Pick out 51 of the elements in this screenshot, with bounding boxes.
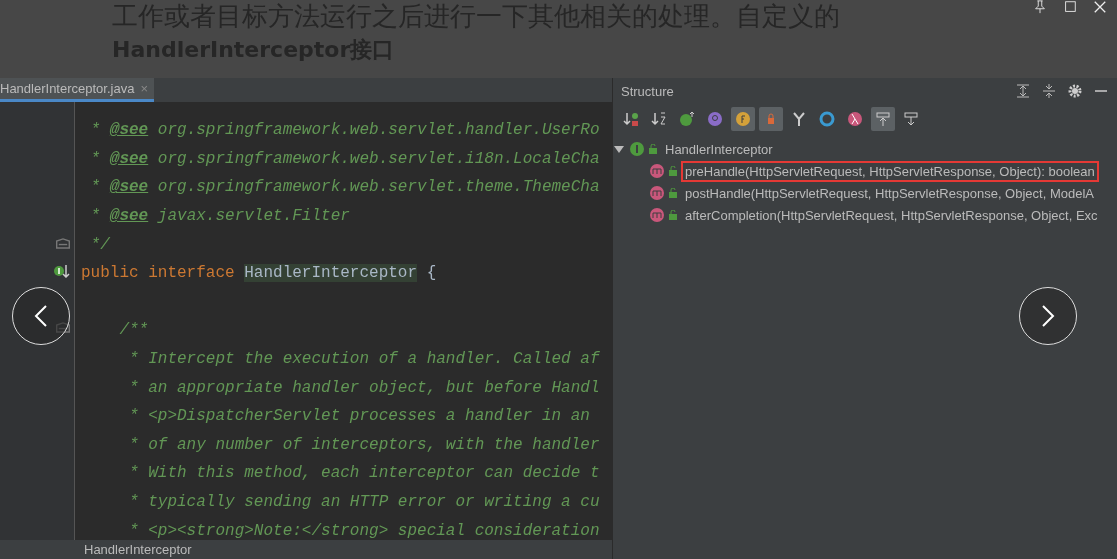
panel-title: Structure (621, 83, 675, 99)
collapse-all-icon[interactable] (1041, 83, 1057, 99)
sort-icon (623, 111, 639, 127)
code-line: * Intercept the execution of a handler. Called af (128, 350, 600, 369)
fold-marker-icon (56, 322, 70, 334)
property-icon (707, 111, 723, 127)
tree-item[interactable]: HandlerInterceptor (661, 138, 777, 160)
code-line: * @see javax.servlet.Filter (89, 207, 350, 226)
code-line: * @see org.springframework.web.servlet.handler.UserRo (89, 121, 600, 140)
fold-marker-icon (56, 237, 70, 249)
code-line: * @see org.springframework.web.servlet.i18n.LocaleCha (89, 149, 600, 168)
code-line: * an appropriate handler object, but before Handl (128, 378, 600, 397)
tree-item[interactable]: preHandle(HttpServletRequest, HttpServletResponse, Object): boolean (681, 160, 1099, 182)
code-line: * With this method, each interceptor can decide t (128, 464, 600, 483)
ring-icon (819, 111, 835, 127)
settings-icon[interactable] (1067, 83, 1083, 99)
scroll-up-icon (875, 111, 891, 127)
inherited-icon (679, 111, 695, 127)
toolbar-toggle[interactable] (871, 107, 895, 131)
code-line: * of any number of interceptors, with the handler (128, 435, 600, 454)
breadcrumb[interactable]: HandlerInterceptor (0, 540, 612, 559)
scroll-down-icon (903, 111, 919, 127)
interface-icon (629, 141, 645, 157)
code-line: * @see org.springframework.web.servlet.theme.ThemeCha (89, 178, 600, 197)
method-icon (649, 163, 665, 179)
editor-tab[interactable]: HandlerInterceptor.java × (0, 78, 154, 102)
field-icon (735, 111, 751, 127)
lock-icon (669, 210, 677, 220)
code-line: * typically sending an HTTP error or writing a cu (128, 493, 600, 511)
lambda-icon (847, 111, 863, 127)
toolbar-toggle[interactable] (759, 107, 783, 131)
expand-all-icon[interactable] (1015, 83, 1031, 99)
chevron-right-icon[interactable] (1039, 304, 1057, 328)
code-line: public interface HandlerInterceptor { (80, 264, 437, 283)
sort-alpha-icon (651, 111, 667, 127)
implemented-interface-icon (54, 264, 70, 279)
branch-icon (791, 111, 807, 127)
lock-icon (669, 188, 677, 198)
code-line: /** (118, 321, 149, 340)
lock-icon (669, 166, 677, 176)
tree-item[interactable]: postHandle(HttpServletRequest, HttpServletResponse, Object, ModelA (681, 182, 1098, 204)
code-line: */ (89, 235, 110, 254)
code-line: * <p>DispatcherServlet processes a handler in an (128, 407, 590, 426)
method-icon (649, 207, 665, 223)
tree-item[interactable]: afterCompletion(HttpServletRequest, HttpServletResponse, Object, Exc (681, 204, 1102, 226)
method-icon (649, 185, 665, 201)
expand-arrow-icon[interactable] (613, 144, 625, 154)
code-line: * <p><strong>Note:</strong> special consideration (128, 521, 600, 540)
lock-icon (649, 144, 657, 154)
toolbar-toggle[interactable] (731, 107, 755, 131)
chevron-left-icon[interactable] (32, 304, 50, 328)
